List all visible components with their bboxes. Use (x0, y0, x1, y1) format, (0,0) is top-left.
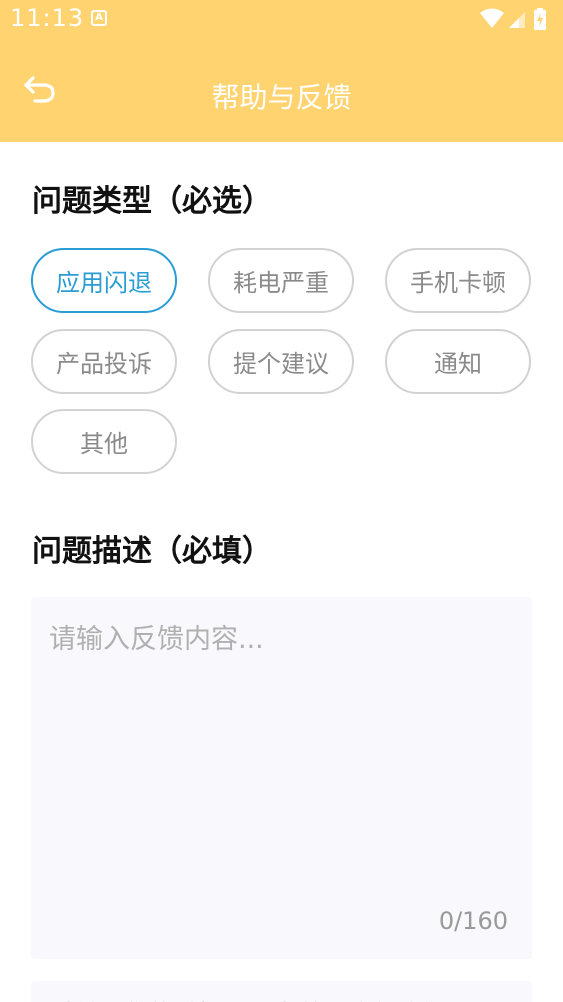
char-counter: 0/160 (438, 907, 508, 935)
description-title: 问题描述（必填） (32, 534, 272, 569)
chip-phone-lag[interactable]: 手机卡顿 (385, 248, 531, 313)
battery-icon (534, 8, 546, 30)
status-time: 11:13 (10, 4, 85, 32)
status-icons (479, 6, 555, 32)
app-bar: 帮助与反馈 (0, 38, 563, 142)
page-title: 帮助与反馈 (211, 81, 352, 114)
chip-suggestion[interactable]: 提个建议 (208, 329, 354, 394)
contact-box (31, 981, 532, 1002)
description-box: 0/160 (31, 597, 532, 959)
problem-type-title: 问题类型（必选） (32, 184, 272, 219)
chip-notification[interactable]: 通知 (385, 329, 531, 394)
cell-signal-icon (509, 12, 525, 28)
chip-other[interactable]: 其他 (31, 409, 177, 474)
description-input[interactable] (31, 597, 532, 959)
notification-icon: A (91, 10, 107, 26)
wifi-icon (480, 8, 504, 28)
status-bar: 11:13 A (0, 0, 563, 38)
chip-complaint[interactable]: 产品投诉 (31, 329, 177, 394)
chip-battery-drain[interactable]: 耗电严重 (208, 248, 354, 313)
contact-input[interactable] (31, 981, 532, 1002)
chip-app-crash[interactable]: 应用闪退 (31, 248, 177, 313)
